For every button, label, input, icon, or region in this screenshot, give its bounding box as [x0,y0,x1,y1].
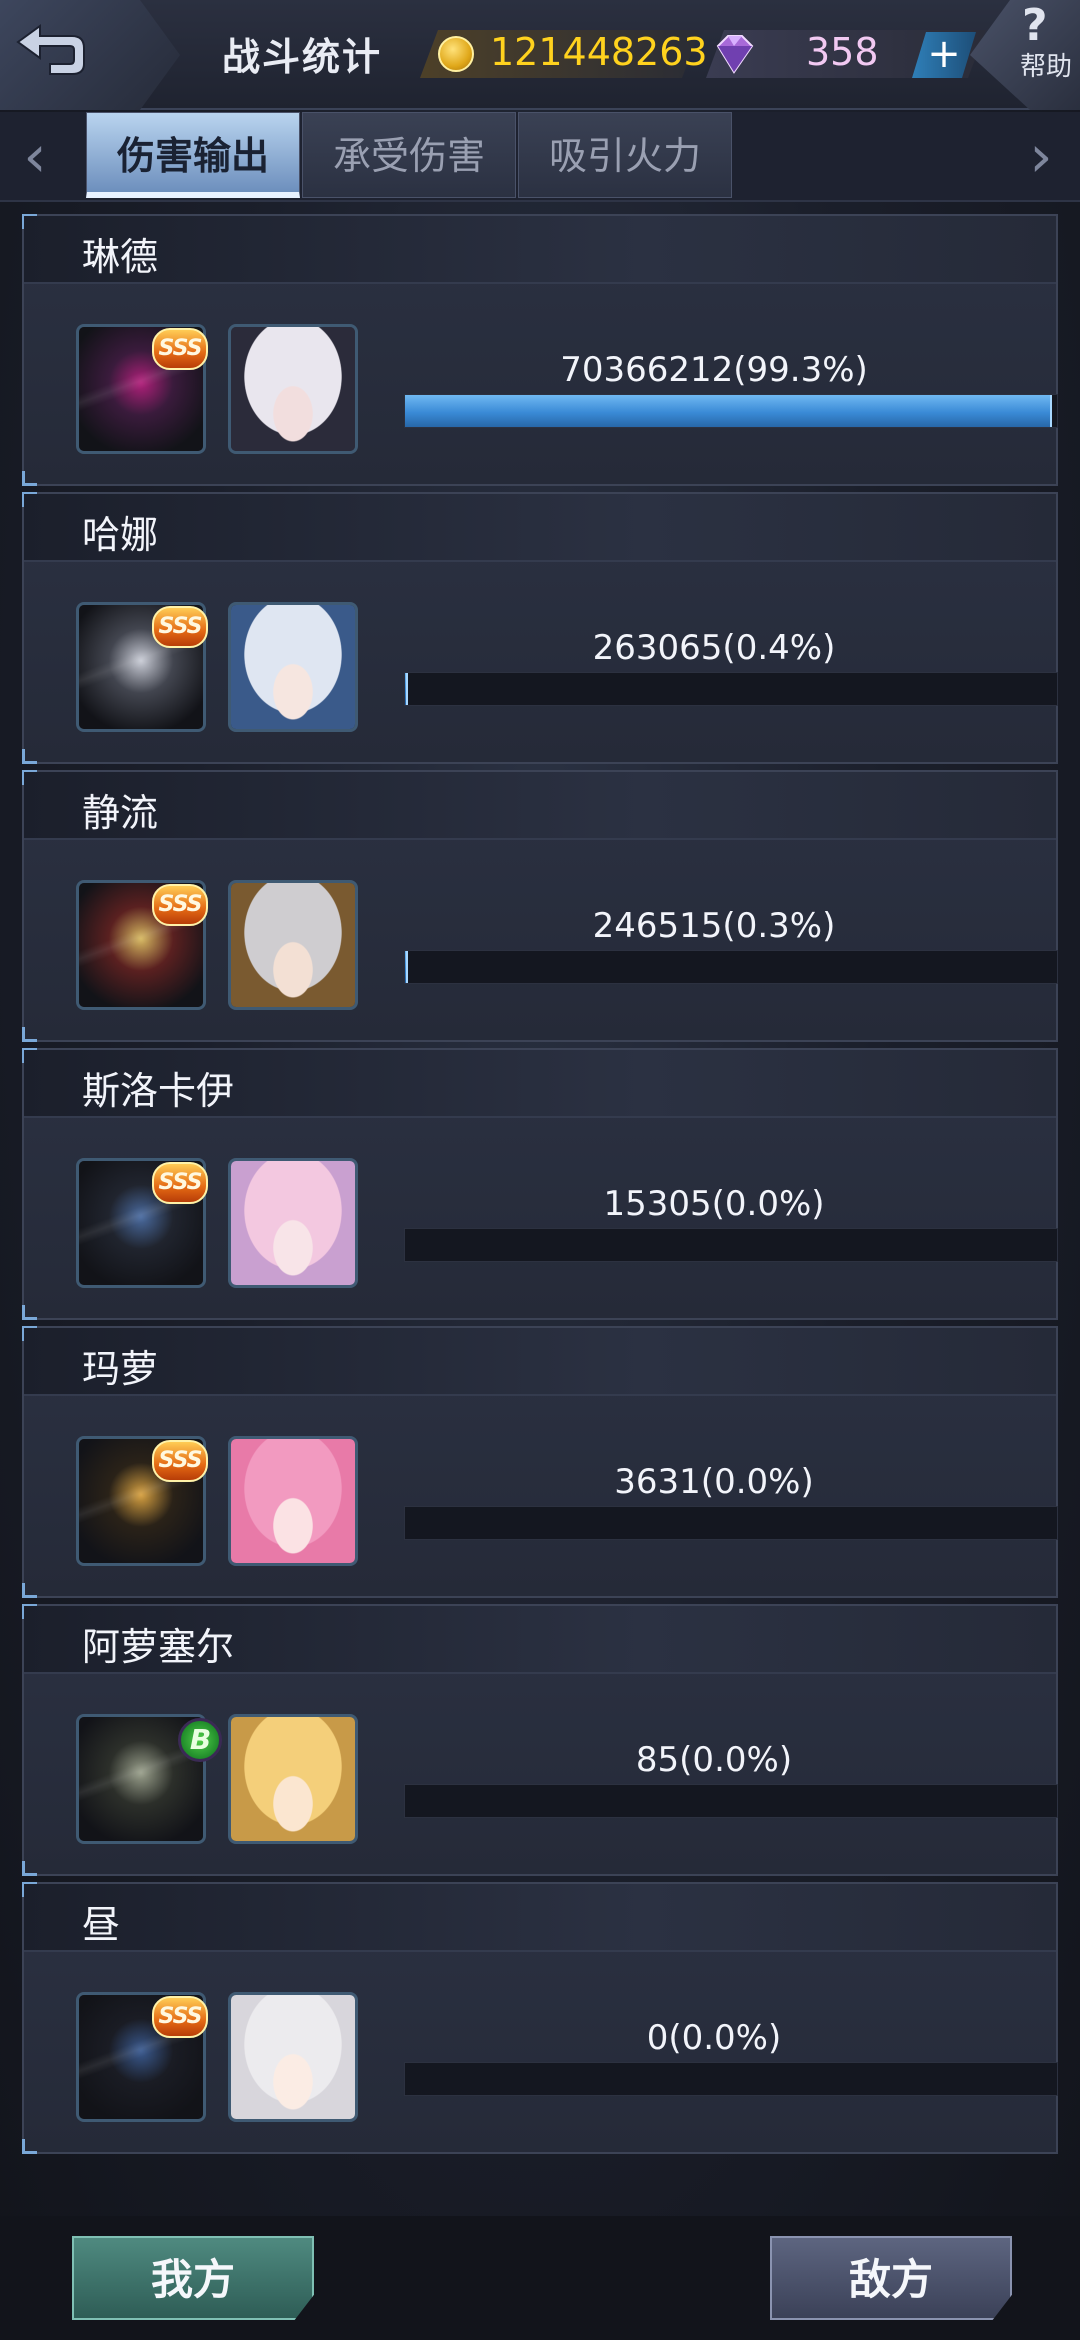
pilot-portrait[interactable] [228,602,358,732]
stats-card: 静流 SSS 246515(0.3%) [22,770,1058,1042]
pilot-portrait[interactable] [228,1158,358,1288]
pilot-portrait[interactable] [228,324,358,454]
our-side-button[interactable]: 我方 [72,2236,314,2320]
unit-name: 昼 [82,1903,121,1947]
enemy-side-button[interactable]: 敌方 [770,2236,1012,2320]
damage-value: 263065(0.4%) [592,628,836,668]
damage-bar [404,1784,1058,1818]
gold-coin-icon [438,36,474,72]
pilot-portrait[interactable] [228,1992,358,2122]
page-title: 战斗统计 [222,35,383,79]
damage-value: 0(0.0%) [646,2018,782,2058]
card-header [24,1328,1056,1396]
unit-name: 琳德 [82,235,159,279]
card-header [24,216,1056,284]
damage-bar [404,394,1058,428]
damage-bar-fill [405,395,1053,427]
rank-badge: SSS [152,328,208,370]
tab-damage-output[interactable]: 伤害输出 [86,112,300,198]
damage-bar [404,950,1058,984]
damage-value: 246515(0.3%) [592,906,836,946]
card-header [24,494,1056,562]
unit-name: 玛萝 [82,1347,159,1391]
damage-value: 85(0.0%) [635,1740,793,1780]
pilot-portrait[interactable] [228,1436,358,1566]
unit-name: 静流 [82,791,159,835]
stats-card: 玛萝 SSS 3631(0.0%) [22,1326,1058,1598]
chevron-left-icon[interactable]: ‹ [10,126,60,186]
rank-badge: SSS [152,606,208,648]
unit-name: 斯洛卡伊 [82,1069,235,1113]
damage-bar [404,672,1058,706]
back-arrow-icon [16,24,85,75]
stats-card: 哈娜 SSS 263065(0.4%) [22,492,1058,764]
pilot-portrait[interactable] [228,1714,358,1844]
card-header [24,1884,1056,1952]
tab-draw-fire[interactable]: 吸引火力 [518,112,732,198]
rank-badge: SSS [152,1440,208,1482]
unit-name: 阿萝塞尔 [82,1625,235,1669]
pilot-portrait[interactable] [228,880,358,1010]
diamond-icon [716,35,754,74]
damage-bar [404,1228,1058,1262]
help-label: 帮助 [1020,52,1073,82]
rank-badge: SSS [152,1162,208,1204]
damage-value: 15305(0.0%) [603,1184,825,1224]
damage-value: 70366212(99.3%) [560,350,868,390]
unit-name: 哈娜 [82,513,159,557]
question-mark-icon: ? [1022,0,1048,51]
rank-badge: B [178,1718,222,1762]
card-header [24,772,1056,840]
damage-bar-fill [405,951,408,983]
rank-badge: SSS [152,1996,208,2038]
stats-card: 阿萝塞尔 B 85(0.0%) [22,1604,1058,1876]
coin-value: 121448263 [490,30,708,74]
damage-value: 3631(0.0%) [614,1462,814,1502]
damage-bar [404,2062,1058,2096]
stats-card: 昼 SSS 0(0.0%) [22,1882,1058,2154]
gem-value: 358 [806,30,879,74]
damage-bar [404,1506,1058,1540]
rank-badge: SSS [152,884,208,926]
chevron-right-icon[interactable]: › [1016,126,1066,186]
stats-card: 斯洛卡伊 SSS 15305(0.0%) [22,1048,1058,1320]
stats-card: 琳德 SSS 70366212(99.3%) [22,214,1058,486]
tab-damage-taken[interactable]: 承受伤害 [302,112,516,198]
damage-bar-fill [405,673,408,705]
